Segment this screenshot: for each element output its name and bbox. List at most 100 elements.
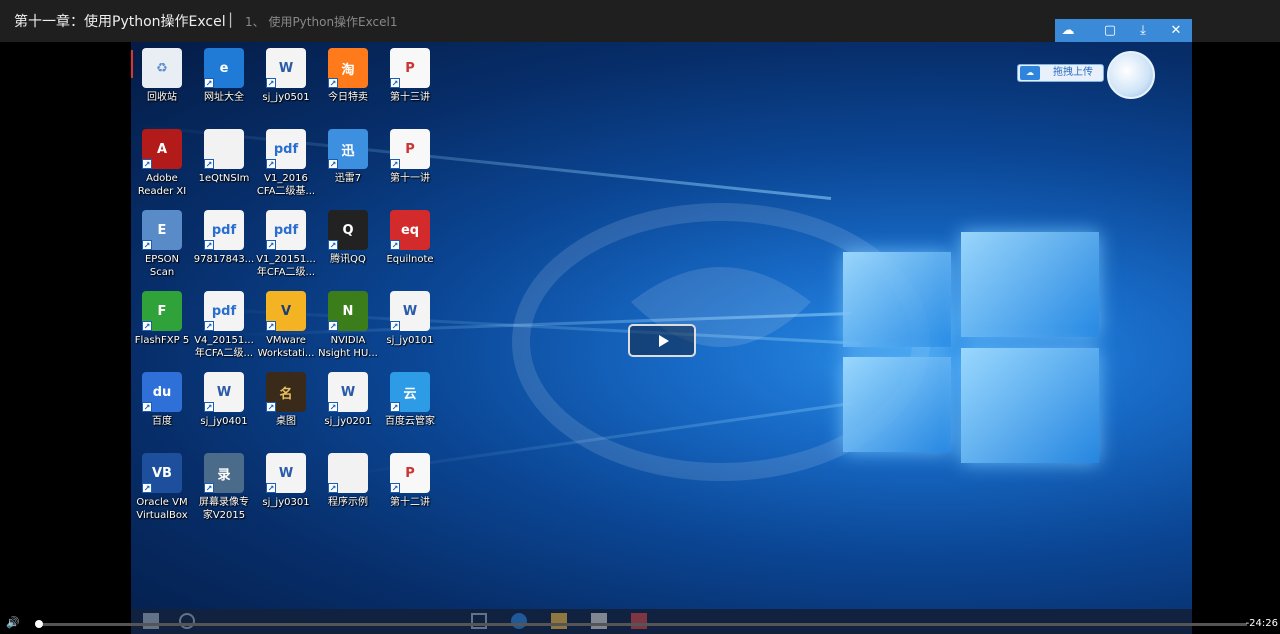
desktop-icon-adobe-reader[interactable]: A ↗ Adobe Reader XI [131,129,193,209]
desktop-icon-ppt[interactable]: P ↗ 第十一讲 [379,129,441,209]
desktop-icon-label: sj_jy0101 [386,335,434,346]
shortcut-arrow-icon: ↗ [328,159,338,169]
desktop-icon-flashfxp[interactable]: F ↗ FlashFXP 5 [131,291,193,371]
desktop-icon-label: FlashFXP 5 [134,335,190,346]
shortcut-arrow-icon: ↗ [328,321,338,331]
shortcut-arrow-icon: ↗ [142,402,152,412]
desktop-icon-label: VMware Workstati... [257,335,315,359]
word-doc-icon: W ↗ [266,48,306,88]
desktop-icon-word-doc[interactable]: W ↗ sj_jy0401 [193,372,255,452]
desktop-icon-label: 百度 [152,416,172,427]
desktop-icon-equilnote[interactable]: eq ↗ Equilnote [379,210,441,290]
desktop-icon-label: 网址大全 [204,92,244,103]
shortcut-arrow-icon: ↗ [142,483,152,493]
cloud-upload-icon: ☁ [1020,66,1040,80]
desktop-icon-screen-recorder[interactable]: 录 ↗ 屏幕录像专 家V2015 [193,453,255,533]
desktop-icon-blank-file[interactable]: ↗ 程序示例 [317,453,379,533]
desktop-icon-recycle-bin[interactable]: ♻ 回收站 [131,48,193,128]
desktop-icon-label: EPSON Scan [144,254,180,278]
qq-icon: Q ↗ [328,210,368,250]
ppt-icon: P ↗ [390,129,430,169]
desktop-icon-label: NVIDIA Nsight HU... [318,335,378,359]
shortcut-arrow-icon: ↗ [390,483,400,493]
desktop-icon-label: Equilnote [386,254,434,265]
desktop-icon-word-doc[interactable]: W ↗ sj_jy0501 [255,48,317,128]
baidu-icon: du ↗ [142,372,182,412]
pdf-icon: pdf ↗ [266,129,306,169]
shortcut-arrow-icon: ↗ [204,159,214,169]
desktop-icon-epson-scan[interactable]: E ↗ EPSON Scan [131,210,193,290]
desktop-icon-pdf[interactable]: pdf ↗ V4_20151... 年CFA二级... [193,291,255,371]
desktop-icon-qq[interactable]: Q ↗ 腾讯QQ [317,210,379,290]
desktop-icon-baidu[interactable]: du ↗ 百度 [131,372,193,452]
vmware-icon: V ↗ [266,291,306,331]
desktop-icon-label: 桌图 [276,416,296,427]
desktop-icon-label: 迅雷7 [334,173,362,184]
word-doc-icon: W ↗ [390,291,430,331]
desktop-icon-label: sj_jy0401 [200,416,248,427]
desktop-icon-word-doc[interactable]: W ↗ sj_jy0101 [379,291,441,371]
desktop-icon-label: 第十二讲 [390,497,430,508]
volume-icon[interactable]: 🔊 [6,616,20,630]
adobe-reader-icon: A ↗ [142,129,182,169]
progress-knob[interactable] [35,620,43,628]
desktop-icon-label: 今日特卖 [328,92,368,103]
restore-icon[interactable]: ▢ [1099,21,1121,40]
nvidia-icon: N ↗ [328,291,368,331]
shortcut-arrow-icon: ↗ [390,321,400,331]
word-doc-icon: W ↗ [328,372,368,412]
desktop-icon-ie[interactable]: e ↗ 网址大全 [193,48,255,128]
desktop-icon-virtualbox[interactable]: VB ↗ Oracle VM VirtualBox [131,453,193,533]
remaining-time: -24:26 [1245,618,1278,629]
zhutu-icon: 名 ↗ [266,372,306,412]
desktop-icon-label: sj_jy0501 [262,92,310,103]
cloud-icon[interactable]: ☁ [1057,21,1079,40]
shortcut-arrow-icon: ↗ [142,159,152,169]
pdf-icon: pdf ↗ [204,291,244,331]
shortcut-arrow-icon: ↗ [266,402,276,412]
desktop-icon-blank-file[interactable]: ↗ 1eQtNSIm [193,129,255,209]
desktop-icon-baidu-cloud[interactable]: 云 ↗ 百度云管家 [379,372,441,452]
progress-track[interactable] [37,623,1247,626]
play-button[interactable] [628,324,696,357]
desktop-icon-pdf[interactable]: pdf ↗ V1_2016 CFA二级基... [255,129,317,209]
desktop-icon-ppt[interactable]: P ↗ 第十三讲 [379,48,441,128]
close-icon[interactable]: ✕ [1165,21,1187,40]
desktop-icon-pdf[interactable]: pdf ↗ 97817843... [193,210,255,290]
recycle-bin-icon: ♻ [142,48,182,88]
desktop-icon-label: sj_jy0301 [262,497,310,508]
lesson-title: 1、 使用Python操作Excel1 [245,15,398,29]
virtualbox-icon: VB ↗ [142,453,182,493]
desktop-icon-ppt[interactable]: P ↗ 第十二讲 [379,453,441,533]
desktop-icon-taobao[interactable]: 淘 ↗ 今日特卖 [317,48,379,128]
desktop-icon-word-doc[interactable]: W ↗ sj_jy0301 [255,453,317,533]
desktop-icon-label: 屏幕录像专 家V2015 [199,497,249,521]
desktop-icon-word-doc[interactable]: W ↗ sj_jy0201 [317,372,379,452]
shortcut-arrow-icon: ↗ [204,78,214,88]
desktop-icon-pdf[interactable]: pdf ↗ V1_20151... 年CFA二级... [255,210,317,290]
baidu-cloud-icon: 云 ↗ [390,372,430,412]
desktop-icon-label: 97817843... [193,254,255,265]
desktop-icon-vmware[interactable]: V ↗ VMware Workstati... [255,291,317,371]
shortcut-arrow-icon: ↗ [390,159,400,169]
windows-logo [831,222,1111,472]
equilnote-icon: eq ↗ [390,210,430,250]
taobao-icon: 淘 ↗ [328,48,368,88]
course-title: 第十一章：使用Python操作Excel [14,14,226,30]
desktop-icon-label: V4_20151... 年CFA二级... [194,335,254,359]
ie-icon: e ↗ [204,48,244,88]
upload-label: 拖拽上传 [1053,67,1093,78]
drag-upload-button[interactable]: ☁ 拖拽上传 [1017,64,1104,82]
screen-recorder-icon: 录 ↗ [204,453,244,493]
desktop-icon-label: 腾讯QQ [330,254,366,265]
shortcut-arrow-icon: ↗ [266,483,276,493]
desktop-icon-nvidia[interactable]: N ↗ NVIDIA Nsight HU... [317,291,379,371]
shortcut-arrow-icon: ↗ [142,240,152,250]
desktop-icon-label: 第十一讲 [390,173,430,184]
desktop-icon-xunlei[interactable]: 迅 ↗ 迅雷7 [317,129,379,209]
download-icon[interactable]: ⤓ [1132,21,1154,40]
desktop-icon-zhutu[interactable]: 名 ↗ 桌图 [255,372,317,452]
shortcut-arrow-icon: ↗ [266,240,276,250]
desktop-edge-marker [131,50,133,78]
xunlei-float-icon[interactable] [1107,51,1155,99]
